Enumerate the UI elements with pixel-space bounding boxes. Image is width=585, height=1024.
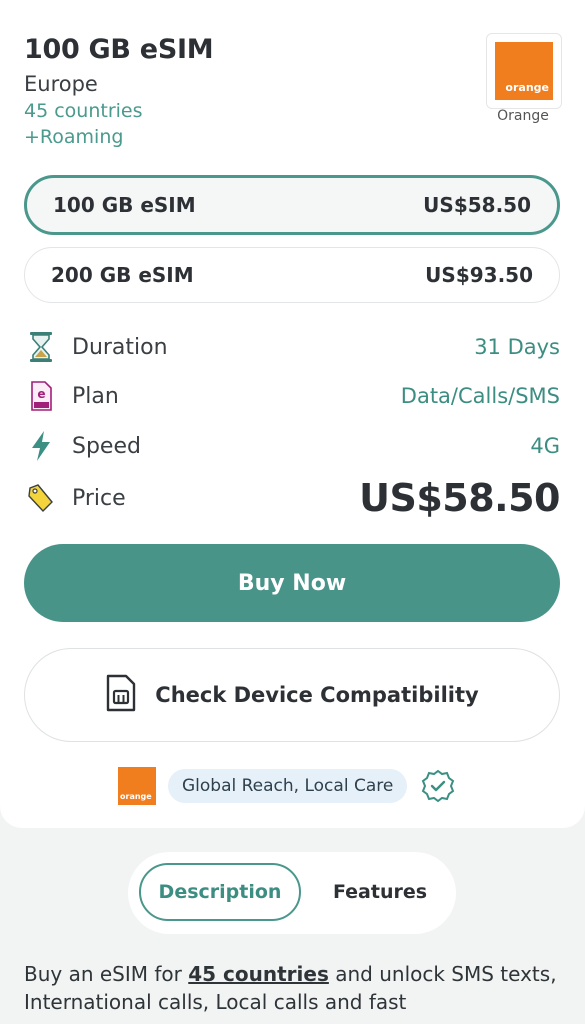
region-label: Europe: [24, 72, 98, 96]
plan-option-100gb[interactable]: 100 GB eSIM US$58.50: [24, 175, 560, 235]
price-label: Price: [72, 485, 126, 511]
speed-label: Speed: [72, 433, 141, 459]
plan-label: Plan: [72, 383, 119, 409]
plan-price: US$93.50: [425, 263, 533, 287]
plan-value: Data/Calls/SMS: [400, 384, 560, 408]
description-pre: Buy an eSIM for: [24, 962, 189, 986]
orange-mini-logo: orange: [118, 767, 156, 805]
sim-card-icon: [105, 674, 137, 716]
description-text: Buy an eSIM for 45 countries and unlock …: [24, 960, 564, 1016]
speed-value: 4G: [530, 434, 560, 458]
tab-features[interactable]: Features: [316, 863, 444, 921]
page-title: 100 GB eSIM: [24, 34, 214, 65]
esim-icon: e: [24, 379, 58, 413]
compat-label: Check Device Compatibility: [155, 683, 479, 707]
care-strip: orange Global Reach, Local Care: [118, 766, 468, 806]
roaming-label: +Roaming: [24, 126, 124, 148]
detail-row-price: Price US$58.50: [24, 476, 560, 520]
carrier-name: Orange: [497, 108, 549, 124]
duration-label: Duration: [72, 334, 168, 360]
tab-bar: Description Features: [128, 852, 456, 934]
tab-description[interactable]: Description: [139, 863, 301, 921]
detail-row-speed: Speed 4G: [24, 429, 560, 463]
buy-now-button[interactable]: Buy Now: [24, 544, 560, 622]
mini-logo-text: orange: [120, 792, 152, 801]
product-card: 100 GB eSIM Europe 45 countries +Roaming…: [0, 0, 585, 828]
check-compatibility-button[interactable]: Check Device Compatibility: [24, 648, 560, 742]
care-badge: Global Reach, Local Care: [168, 769, 408, 803]
plan-name: 100 GB eSIM: [53, 193, 196, 217]
hourglass-icon: [24, 330, 58, 364]
lightning-icon: [24, 429, 58, 463]
countries-count: 45 countries: [24, 100, 143, 122]
price-tag-icon: [24, 481, 58, 515]
plan-option-200gb[interactable]: 200 GB eSIM US$93.50: [24, 247, 560, 303]
price-value: US$58.50: [359, 476, 560, 520]
duration-value: 31 Days: [474, 335, 560, 359]
carrier-logo: orange: [486, 33, 562, 109]
countries-link[interactable]: 45 countries: [188, 962, 329, 986]
detail-row-plan: e Plan Data/Calls/SMS: [24, 379, 560, 413]
carrier-logo-text: orange: [505, 81, 549, 94]
plan-price: US$58.50: [423, 193, 531, 217]
detail-row-duration: Duration 31 Days: [24, 330, 560, 364]
svg-text:e: e: [37, 387, 45, 401]
verified-check-icon: [421, 769, 455, 803]
orange-logo-square: orange: [495, 42, 553, 100]
plan-name: 200 GB eSIM: [51, 263, 194, 287]
